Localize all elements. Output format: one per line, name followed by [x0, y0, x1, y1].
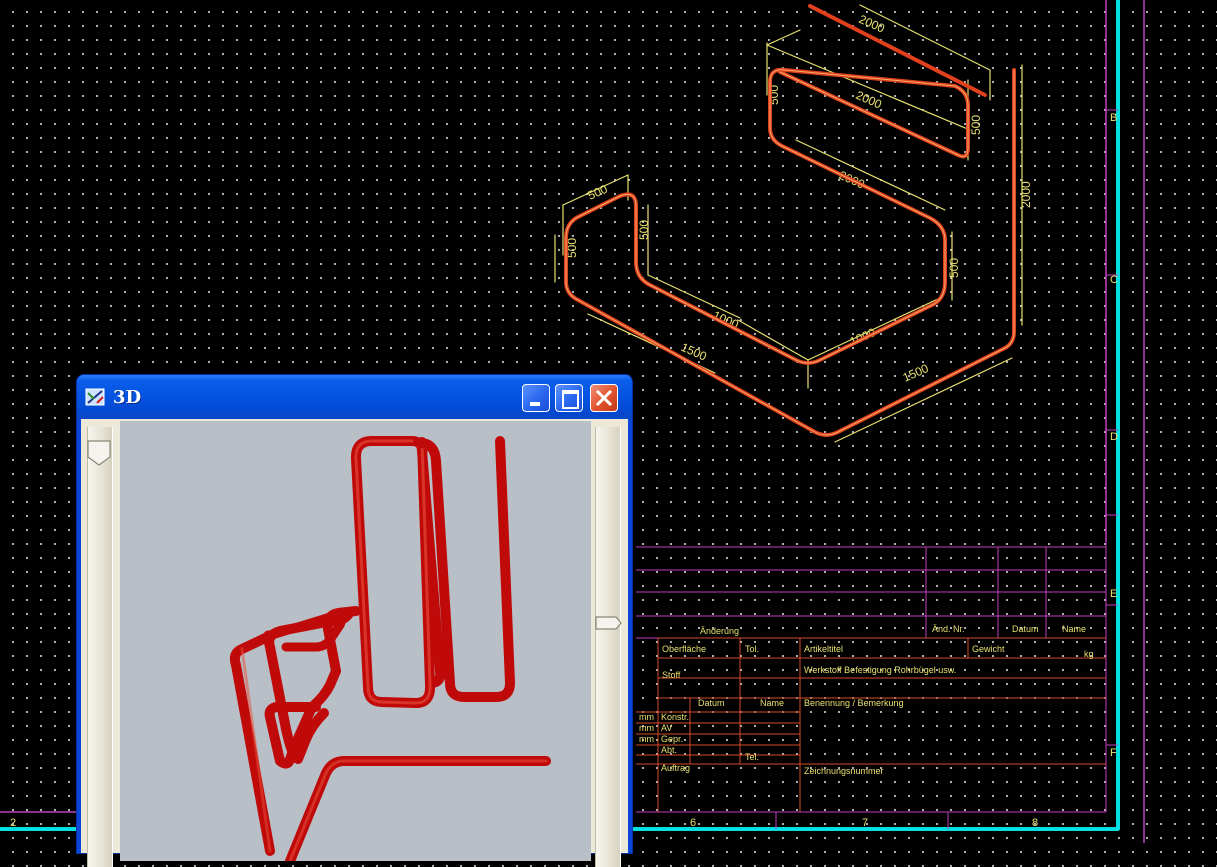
tb-stoff: Stoff [662, 670, 681, 680]
tb-artikeltitel: Artikeltitel [804, 644, 843, 654]
tb-gewicht: Gewicht [972, 644, 1005, 654]
3d-viewport[interactable] [120, 421, 591, 866]
tb-mm-1: mm [639, 712, 654, 722]
tb-datum2: Datum [698, 698, 725, 708]
tb-zeichnungsnummer: Zeichnungsnummer [804, 766, 884, 776]
window-3d[interactable]: 3D [76, 374, 633, 867]
tb-datum: Datum [1012, 624, 1039, 634]
dim-1500-b: 1500 [901, 361, 931, 385]
tb-konstr: Konstr. [661, 712, 689, 722]
zone-label-d: D [1110, 431, 1118, 443]
tb-gepr: Gepr. [661, 734, 683, 744]
slider-thumb-right[interactable] [594, 613, 622, 641]
zone-label-c: C [1110, 274, 1118, 286]
slider-thumb-left[interactable] [86, 439, 114, 467]
pipe-3d-model[interactable] [120, 421, 591, 866]
window-titlebar[interactable]: 3D [77, 375, 632, 419]
tb-oberflaeche: Oberfläche [662, 644, 706, 654]
tb-name2: Name [760, 698, 784, 708]
tb-benennung: Benennung / Bemerkung [804, 698, 904, 708]
tb-aenderung: Änderung [700, 626, 739, 636]
tb-tel: Tel. [745, 752, 759, 762]
window-client-area [81, 419, 628, 867]
minimize-button[interactable] [522, 384, 550, 412]
zone-label-6: 6 [690, 817, 696, 829]
dim-2000-right: 2000 [1019, 181, 1033, 208]
rotation-slider-right[interactable] [594, 427, 622, 867]
zone-label-b: B [1110, 112, 1117, 124]
zone-label-7: 7 [862, 817, 868, 829]
tb-abt: Abt. [661, 745, 677, 755]
dim-500-f: 500 [947, 258, 961, 278]
tb-av: AV [661, 723, 672, 733]
tb-mm-2: mm [639, 723, 654, 733]
close-button[interactable] [590, 384, 618, 412]
tb-unit-kg: kg [1084, 649, 1094, 659]
zone-label-2: 2 [10, 817, 16, 829]
tb-artikeltext: Werkstoff Befestigung Rohrbügel usw. [804, 665, 956, 675]
tb-name: Name [1062, 624, 1086, 634]
maximize-button[interactable] [555, 384, 583, 412]
zone-label-8: 8 [1032, 817, 1038, 829]
zone-label-e: E [1110, 588, 1117, 600]
close-icon [596, 390, 612, 406]
zone-label-f: F [1110, 747, 1117, 759]
rotation-slider-left[interactable] [87, 427, 113, 867]
tb-mm-3: mm [639, 734, 654, 744]
dim-500-c: 500 [637, 220, 651, 240]
tb-toleranz: Tol. [745, 644, 759, 654]
tb-aend-nr: Änd. Nr. [932, 624, 965, 634]
dim-500-e: 500 [969, 115, 983, 135]
tb-auftrag: Auftrag [661, 763, 690, 773]
window-title: 3D [113, 387, 142, 408]
3d-view-icon [85, 388, 105, 406]
